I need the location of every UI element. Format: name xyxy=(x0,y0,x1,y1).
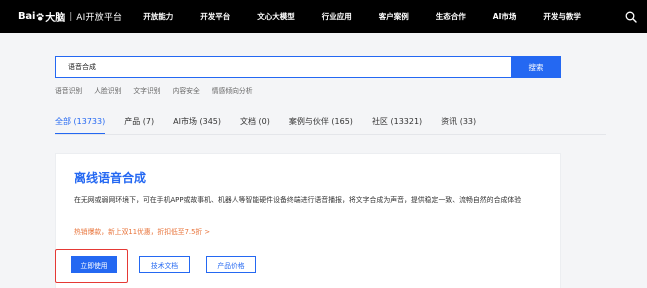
nav-item-dev-teaching[interactable]: 开发与教学 xyxy=(543,11,581,22)
baidu-paw-icon xyxy=(36,12,44,21)
hot-search-tags: 语音识别 人脸识别 文字识别 内容安全 情感倾向分析 xyxy=(55,85,265,95)
hot-tag-face-recognition[interactable]: 人脸识别 xyxy=(94,85,121,95)
nav-item-ai-market[interactable]: AI市场 xyxy=(493,11,517,22)
result-title[interactable]: 离线语音合成 xyxy=(74,169,146,186)
baidu-ai-logo[interactable]: Bai 大脑 | AI开放平台 xyxy=(18,9,122,24)
nav-item-industry-apps[interactable]: 行业应用 xyxy=(322,11,352,22)
top-navigation-bar: Bai 大脑 | AI开放平台 开放能力 开发平台 文心大模型 行业应用 客户案… xyxy=(0,0,647,33)
tab-products[interactable]: 产品 (7) xyxy=(124,116,154,127)
nav-item-open-capabilities[interactable]: 开放能力 xyxy=(143,11,173,22)
hot-tag-content-safety[interactable]: 内容安全 xyxy=(173,85,200,95)
logo-text-bai: Bai xyxy=(18,11,36,22)
tab-news[interactable]: 资讯 (33) xyxy=(441,116,476,127)
tab-community[interactable]: 社区 (13321) xyxy=(372,116,422,127)
tech-docs-button[interactable]: 技术文档 xyxy=(139,256,190,273)
nav-item-dev-platform[interactable]: 开发平台 xyxy=(200,11,230,22)
tab-docs[interactable]: 文档 (0) xyxy=(240,116,270,127)
result-card: 离线语音合成 在无网或弱网环境下，可在手机APP或故事机、机器人等智能硬件设备终… xyxy=(55,153,561,288)
logo-platform-name: AI开放平台 xyxy=(76,13,123,23)
tab-ai-market[interactable]: AI市场 (345) xyxy=(173,116,221,127)
result-tabs: 全部 (13733) 产品 (7) AI市场 (345) 文档 (0) 案例与伙… xyxy=(55,116,495,135)
logo-separator: | xyxy=(69,11,73,22)
hot-tag-speech-recognition[interactable]: 语音识别 xyxy=(55,85,82,95)
nav-item-ecosystem[interactable]: 生态合作 xyxy=(436,11,466,22)
logo-text-du: 大脑 xyxy=(45,13,66,24)
nav-item-customer-cases[interactable]: 客户案例 xyxy=(379,11,409,22)
search-bar: 搜索 xyxy=(55,56,561,78)
hot-tag-sentiment-analysis[interactable]: 情感倾向分析 xyxy=(212,85,253,95)
search-icon[interactable] xyxy=(625,11,637,23)
tabs-divider xyxy=(55,134,606,135)
promo-link[interactable]: 热销爆款，新上双11优惠，折扣低至7.5折 > xyxy=(74,226,210,236)
main-nav: 开放能力 开发平台 文心大模型 行业应用 客户案例 生态合作 AI市场 开发与教… xyxy=(143,11,605,22)
tab-all[interactable]: 全部 (13733) xyxy=(55,116,106,135)
search-input[interactable] xyxy=(55,56,511,78)
tab-cases-partners[interactable]: 案例与伙伴 (165) xyxy=(289,116,353,127)
product-price-button[interactable]: 产品价格 xyxy=(206,256,256,273)
search-button[interactable]: 搜索 xyxy=(511,56,561,78)
use-now-button[interactable]: 立即使用 xyxy=(71,256,117,273)
hot-tag-ocr[interactable]: 文字识别 xyxy=(133,85,160,95)
nav-item-wenxin-model[interactable]: 文心大模型 xyxy=(257,11,295,22)
result-description: 在无网或弱网环境下，可在手机APP或故事机、机器人等智能硬件设备终端进行语音播报… xyxy=(74,196,522,204)
